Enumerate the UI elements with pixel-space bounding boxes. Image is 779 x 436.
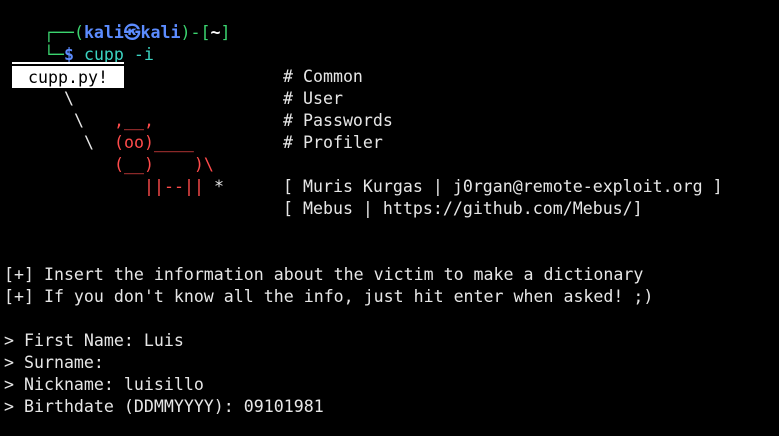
menu-passwords: # Passwords <box>283 111 393 130</box>
form-row-nickname: > Nickname: luisillo <box>4 374 204 396</box>
credit-muris: [ Muris Kurgas | j0rgan@remote-exploit.o… <box>283 177 723 196</box>
nickname-value: luisillo <box>123 375 204 394</box>
cow-body: (__) )\ <box>114 155 214 174</box>
cow-head: (oo)____ <box>114 133 194 152</box>
prompt-line-command: └─$ cupp -i <box>4 22 154 64</box>
surname-label: > Surname: <box>4 353 114 372</box>
nickname-label: > Nickname: <box>4 375 124 394</box>
menu-common: # Common <box>283 67 363 86</box>
prompt-cwd: ~ <box>210 23 221 42</box>
info-line-2: [+] If you don't know all the info, just… <box>4 287 654 306</box>
prompt-mid: )-[ <box>180 23 211 42</box>
art-line-3-slash: \ <box>84 133 94 152</box>
banner-box-label: cupp.py! <box>12 66 124 88</box>
banner-box-topbar <box>12 62 124 64</box>
form-row-first-name: > First Name: Luis <box>4 330 184 352</box>
command-argument: -i <box>133 45 154 64</box>
art-line-1: \ <box>64 89 74 108</box>
cow-star: * <box>214 177 224 196</box>
credit-mebus: [ Mebus | https://github.com/Mebus/] <box>283 199 643 218</box>
birthdate-value[interactable]: 09101981 <box>244 397 324 416</box>
form-row-birthdate[interactable]: > Birthdate (DDMMYYYY): 09101981 <box>4 396 324 418</box>
first-name-value: Luis <box>143 331 184 350</box>
art-line-2: \ <box>64 111 84 130</box>
info-line-1: [+] Insert the information about the vic… <box>4 265 644 284</box>
menu-user: # User <box>283 89 343 108</box>
prompt-end: ] <box>220 23 231 42</box>
menu-profiler: # Profiler <box>283 133 383 152</box>
prompt-line-top: ┌──(kali㉿kali)-[~] <box>4 0 230 42</box>
form-row-surname: > Surname: <box>4 352 114 374</box>
cow-legs: ||--|| <box>144 177 204 196</box>
cow-horns: ,__, <box>114 111 154 130</box>
first-name-label: > First Name: <box>4 331 144 350</box>
birthdate-label: > Birthdate (DDMMYYYY): <box>4 397 244 416</box>
terminal-window[interactable]: ┌──(kali㉿kali)-[~] └─$ cupp -i cupp.py! … <box>0 0 779 436</box>
